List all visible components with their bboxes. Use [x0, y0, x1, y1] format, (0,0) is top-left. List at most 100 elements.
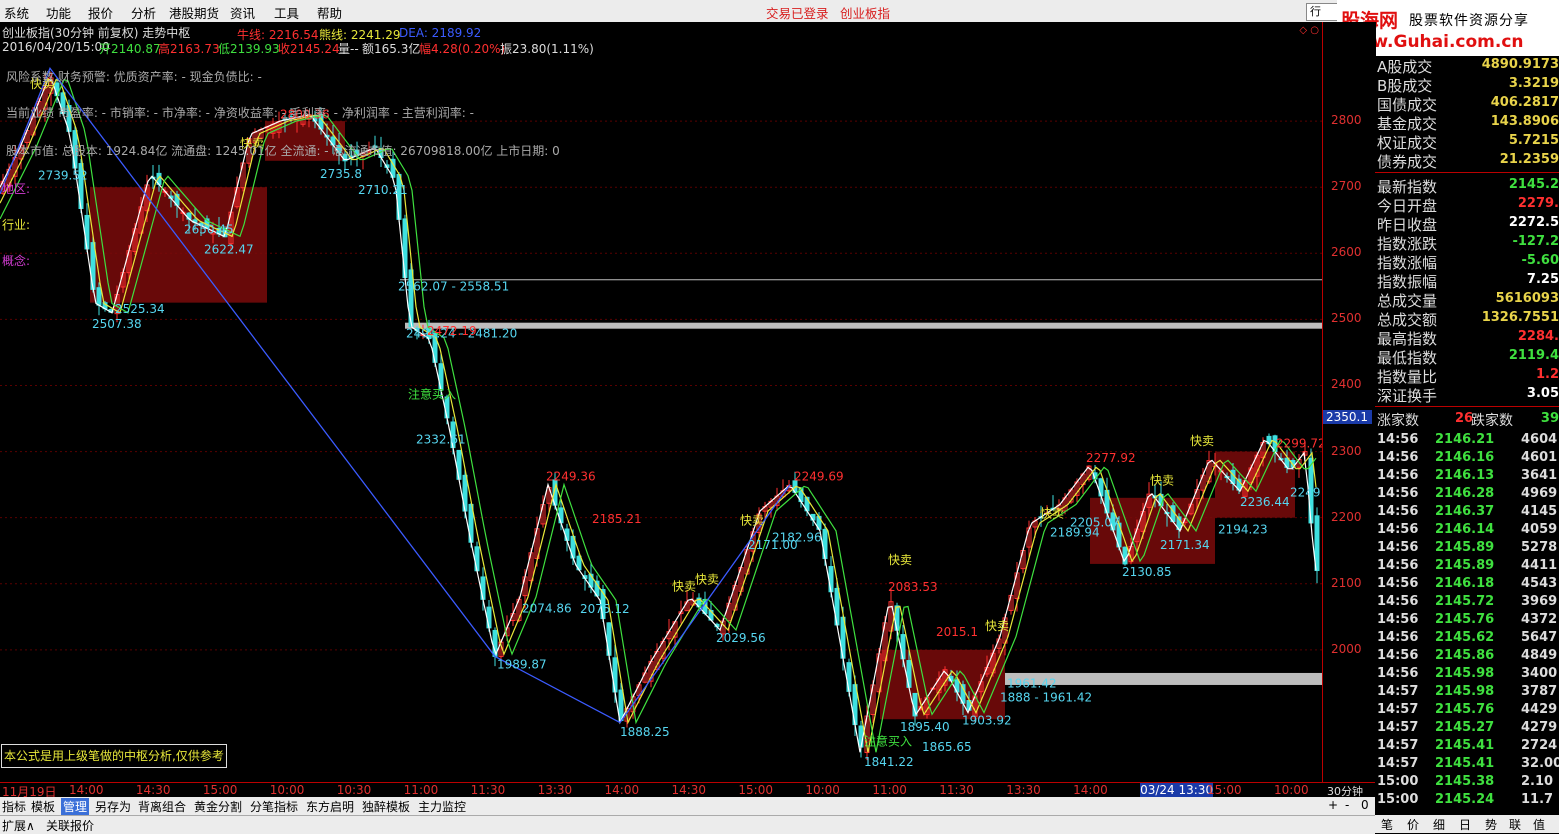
- time-tick: 10:30: [336, 783, 372, 797]
- price-annotation: 2650.45: [184, 223, 234, 237]
- tick-volume: 4543: [1521, 576, 1558, 591]
- tab-template[interactable]: 模板: [31, 798, 55, 815]
- tick-volume: 4601: [1521, 450, 1558, 465]
- stat-value: 406.2817: [1490, 95, 1559, 110]
- price-annotation: 2236.44: [1240, 495, 1290, 509]
- market-stat-row: B股成交 3.3219: [1375, 75, 1559, 95]
- tab-link[interactable]: 联: [1509, 816, 1521, 833]
- tick-time: 14:56: [1377, 540, 1419, 555]
- tick-volume: 4145: [1521, 504, 1558, 519]
- risk-line: 风险系数 财务预警: 优质资产率: - 现金负债比: -: [6, 70, 262, 84]
- tick-row: 14:56 2146.13 3641: [1375, 468, 1559, 486]
- candle-body: [822, 528, 828, 560]
- candle-body: [480, 576, 486, 600]
- tick-time: 14:57: [1377, 756, 1419, 771]
- price-annotation: 2332.61: [416, 433, 466, 447]
- menu-hk-futures[interactable]: 港股期货: [169, 3, 219, 22]
- tick-time: 14:56: [1377, 504, 1419, 519]
- price-annotation: 1888.25: [620, 725, 670, 739]
- tick-row: 15:00 2145.38 2.10: [1375, 774, 1559, 792]
- tick-time: 14:56: [1377, 522, 1419, 537]
- region-label: 地区:: [2, 182, 31, 196]
- tab-main-monitor[interactable]: 主力监控: [418, 798, 466, 815]
- candle-body: [96, 287, 102, 306]
- menu-function[interactable]: 功能: [46, 3, 71, 22]
- menu-analysis[interactable]: 分析: [131, 3, 156, 22]
- menu-help[interactable]: 帮助: [317, 3, 342, 22]
- menu-tools[interactable]: 工具: [274, 3, 299, 22]
- quote-panel-tabs: 笔 价 细 日 势 联 值: [1375, 815, 1559, 833]
- tab-dongfang[interactable]: 东方启明: [306, 798, 354, 815]
- price-tick: 2300: [1331, 443, 1362, 458]
- expand-button[interactable]: 扩展∧: [2, 817, 35, 834]
- related-quote-button[interactable]: 关联报价: [46, 817, 94, 834]
- tick-row: 14:56 2146.16 4601: [1375, 450, 1559, 468]
- shares-line: 股本市值: 总股本: 1924.84亿 流通盘: 1245.01亿 全流通: -…: [6, 144, 560, 158]
- index-name-link[interactable]: 创业板指: [840, 3, 890, 22]
- chart-corner-icon[interactable]: ◇ ○: [1299, 25, 1319, 36]
- index-stat-row: 昨日收盘 2272.5: [1375, 214, 1559, 234]
- time-axis: 30分钟 11月19日14:0014:3015:0010:0010:3011:0…: [0, 782, 1345, 830]
- kline-svg[interactable]: 2739.52 2525.342507.38 2650.45 2622.47 2735.…: [0, 22, 1326, 782]
- price-annotation: 2185.21: [592, 512, 642, 526]
- tab-pen[interactable]: 笔: [1381, 816, 1393, 833]
- tab-tick-indicator[interactable]: 分笔指标: [250, 798, 298, 815]
- stat-label: B股成交: [1377, 77, 1433, 95]
- period-selector[interactable]: 30分钟: [1322, 782, 1380, 798]
- stat-value: 3.3219: [1508, 76, 1559, 91]
- tick-price: 2146.13: [1435, 468, 1495, 483]
- tab-golden-section[interactable]: 黄金分割: [194, 798, 242, 815]
- stat-value: 143.8906: [1490, 114, 1559, 129]
- stat-value: 2279.: [1517, 196, 1559, 211]
- index-stat-row: 今日开盘 2279.: [1375, 195, 1559, 215]
- price-annotation: 2299.72: [1276, 437, 1322, 451]
- tick-volume: 4969: [1521, 486, 1558, 501]
- menu-news[interactable]: 资讯: [230, 3, 255, 22]
- tick-price: 2145.98: [1435, 684, 1495, 699]
- price-annotation: 1961.42: [1007, 677, 1057, 691]
- market-stat-row: 基金成交 143.8906: [1375, 113, 1559, 133]
- tab-indicator[interactable]: 指标: [2, 798, 26, 815]
- index-stat-row: 指数振幅 7.25: [1375, 271, 1559, 291]
- zoom-out-button[interactable]: -: [1345, 798, 1349, 812]
- signal-sell: 快卖: [740, 513, 764, 527]
- bar-change: 幅4.28(0.20%): [419, 42, 506, 56]
- trade-login-link[interactable]: 交易已登录: [766, 3, 829, 22]
- tick-row: 14:57 2145.27 4279: [1375, 720, 1559, 738]
- menu-system[interactable]: 系统: [4, 3, 29, 22]
- zoom-in-button[interactable]: +: [1328, 798, 1338, 812]
- candle-body: [474, 546, 480, 572]
- candle-body: [828, 566, 834, 593]
- tab-value[interactable]: 值: [1533, 816, 1545, 833]
- zoom-reset-button[interactable]: 0: [1361, 798, 1369, 812]
- bar-volume: 量--: [338, 42, 359, 56]
- bar-amount: 额165.3亿: [362, 42, 421, 56]
- tab-duzui[interactable]: 独醉模板: [362, 798, 410, 815]
- tab-divergence[interactable]: 背离组合: [138, 798, 186, 815]
- row-selector[interactable]: 行: [1306, 3, 1339, 21]
- tick-price: 2145.72: [1435, 594, 1495, 609]
- tab-detail[interactable]: 细: [1433, 816, 1445, 833]
- tick-time: 15:00: [1377, 774, 1419, 789]
- tab-day[interactable]: 日: [1459, 816, 1471, 833]
- candle-body: [858, 725, 864, 748]
- tick-row: 14:57 2145.41 2724: [1375, 738, 1559, 756]
- tab-save-as[interactable]: 另存为: [95, 798, 131, 815]
- tick-volume: 4279: [1521, 720, 1558, 735]
- menu-quote[interactable]: 报价: [88, 3, 113, 22]
- stat-label: 指数量比: [1377, 368, 1438, 386]
- tab-price[interactable]: 价: [1407, 816, 1419, 833]
- tick-price: 2146.21: [1435, 432, 1495, 447]
- signal-sell: 快卖: [1150, 474, 1174, 488]
- kline-chart[interactable]: 2739.52 2525.34 2507.38 2650.45 2622.47 2735.…: [0, 22, 1326, 782]
- price-annotation: 2171.34: [1160, 538, 1210, 552]
- tab-manage[interactable]: 管理: [61, 798, 90, 815]
- price-annotation: 1841.22: [864, 755, 914, 769]
- candle-body: [618, 689, 624, 722]
- tab-trend[interactable]: 势: [1485, 816, 1497, 833]
- tick-time: 14:57: [1377, 720, 1419, 735]
- perf-line: 当前业绩 市盈率: - 市销率: - 市净率: - 净资收益率: - 毛利率: …: [6, 106, 474, 120]
- price-annotation: 2710.21: [358, 183, 408, 197]
- stat-value: 5616093: [1495, 291, 1559, 306]
- tick-price: 2146.37: [1435, 504, 1495, 519]
